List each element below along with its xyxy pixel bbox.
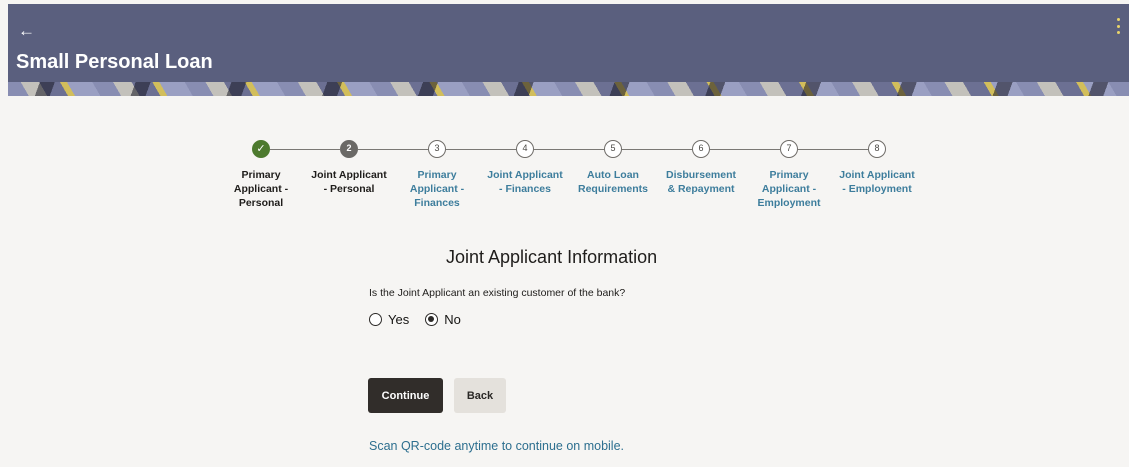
- step-number: 2: [340, 140, 358, 158]
- radio-option-yes[interactable]: Yes: [369, 312, 409, 327]
- step-primary-applicant-finances[interactable]: 3 Primary Applicant - Finances: [392, 140, 482, 210]
- page-title: Small Personal Loan: [16, 51, 213, 73]
- step-label: Joint Applicant - Employment: [839, 169, 915, 195]
- step-label: Joint Applicant - Personal: [311, 169, 387, 195]
- page-header: ← Small Personal Loan: [8, 4, 1129, 96]
- step-primary-applicant-employment[interactable]: 7 Primary Applicant - Employment: [744, 140, 834, 210]
- step-number: 3: [428, 140, 446, 158]
- step-number: 5: [604, 140, 622, 158]
- radio-option-no[interactable]: No: [425, 312, 461, 327]
- radio-label-yes: Yes: [388, 312, 410, 327]
- step-label: Joint Applicant - Finances: [487, 169, 563, 195]
- progress-stepper: ✓ Primary Applicant - Personal 2 Joint A…: [0, 140, 1129, 230]
- section-title: Joint Applicant Information: [446, 247, 658, 267]
- step-auto-loan-requirements[interactable]: 5 Auto Loan Requirements: [568, 140, 658, 196]
- checkmark-icon: ✓: [252, 140, 270, 158]
- step-number: 7: [780, 140, 798, 158]
- step-label: Primary Applicant - Finances: [409, 169, 465, 209]
- back-button[interactable]: Back: [454, 378, 506, 413]
- radio-button-no[interactable]: [425, 313, 439, 326]
- step-number: 8: [868, 140, 886, 158]
- step-label: Primary Applicant - Employment: [757, 169, 821, 209]
- step-label: Primary Applicant - Personal: [233, 169, 289, 209]
- step-number: 4: [516, 140, 534, 158]
- step-label: Auto Loan Requirements: [577, 169, 649, 195]
- scan-qr-code-link[interactable]: Scan QR-code anytime to continue on mobi…: [369, 439, 624, 453]
- step-disbursement-repayment[interactable]: 6 Disbursement & Repayment: [656, 140, 746, 196]
- continue-button[interactable]: Continue: [368, 378, 443, 413]
- step-joint-applicant-finances[interactable]: 4 Joint Applicant - Finances: [480, 140, 570, 196]
- step-label: Disbursement & Repayment: [665, 169, 737, 195]
- radio-label-no: No: [444, 312, 461, 327]
- existing-customer-question: Is the Joint Applicant an existing custo…: [369, 287, 626, 299]
- header-decorative-pattern: [8, 82, 1129, 96]
- step-number: 6: [692, 140, 710, 158]
- back-arrow-icon[interactable]: ←: [18, 22, 35, 39]
- step-joint-applicant-personal[interactable]: 2 Joint Applicant - Personal: [304, 140, 394, 196]
- step-primary-applicant-personal[interactable]: ✓ Primary Applicant - Personal: [216, 140, 306, 210]
- radio-button-yes[interactable]: [369, 313, 382, 326]
- existing-customer-radio-group: Yes No: [369, 312, 477, 327]
- kebab-menu-icon[interactable]: [1115, 18, 1121, 34]
- step-joint-applicant-employment[interactable]: 8 Joint Applicant - Employment: [832, 140, 922, 196]
